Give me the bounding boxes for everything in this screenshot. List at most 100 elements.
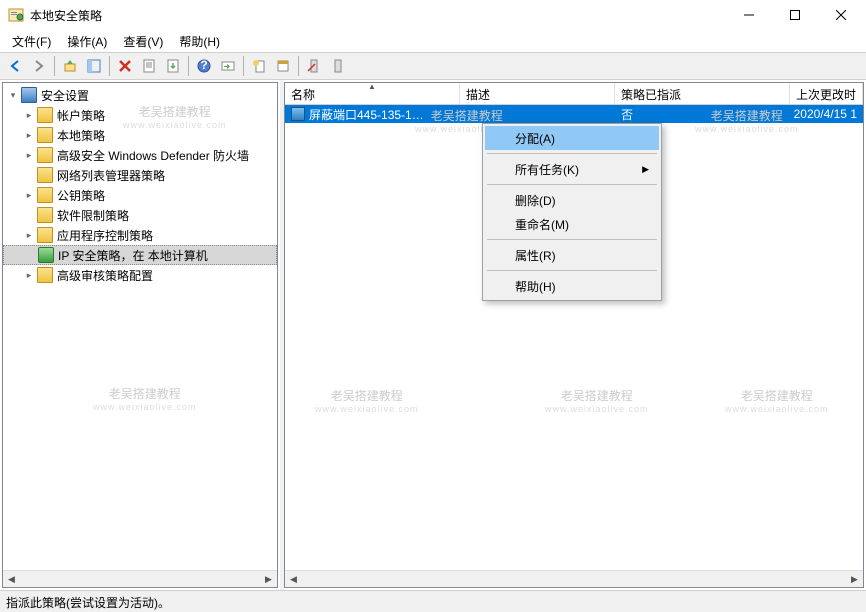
- menu-separator: [487, 270, 657, 271]
- menu-file[interactable]: 文件(F): [4, 31, 59, 52]
- tree-item-label: 高级审核策略配置: [57, 267, 153, 284]
- context-menu: 分配(A) 所有任务(K)▶ 删除(D) 重命名(M) 属性(R) 帮助(H): [482, 123, 662, 301]
- menu-bar: 文件(F) 操作(A) 查看(V) 帮助(H): [0, 30, 866, 52]
- context-menu-all-tasks[interactable]: 所有任务(K)▶: [485, 157, 659, 181]
- scroll-right-icon[interactable]: ▶: [260, 571, 277, 588]
- scroll-left-icon[interactable]: ◀: [3, 571, 20, 588]
- status-bar: 指派此策略(尝试设置为活动)。: [0, 590, 866, 612]
- column-desc[interactable]: 描述: [460, 83, 615, 104]
- scroll-right-icon[interactable]: ▶: [846, 571, 863, 588]
- context-menu-delete[interactable]: 删除(D): [485, 188, 659, 212]
- help-button[interactable]: ?: [193, 55, 215, 77]
- scroll-track[interactable]: [302, 571, 846, 588]
- blank-expander: [24, 249, 36, 261]
- expand-icon[interactable]: ▸: [23, 189, 35, 201]
- context-menu-rename[interactable]: 重命名(M): [485, 212, 659, 236]
- delete-button[interactable]: [114, 55, 136, 77]
- folder-icon: [37, 147, 53, 163]
- list-pane[interactable]: 名称▲ 描述 策略已指派 上次更改时间 屏蔽端口445-135-1… 否 202…: [284, 82, 864, 588]
- toolbar-separator: [298, 56, 299, 76]
- tree-item-label: 公钥策略: [57, 187, 105, 204]
- column-lastmod[interactable]: 上次更改时间: [790, 83, 863, 104]
- menu-separator: [487, 184, 657, 185]
- folder-icon: [37, 127, 53, 143]
- watermark-sub: www.weixiaolive.com: [725, 404, 829, 414]
- expand-icon[interactable]: ▸: [23, 229, 35, 241]
- action-button-1[interactable]: [217, 55, 239, 77]
- watermark-sub: www.weixiaolive.com: [315, 404, 419, 414]
- expand-icon[interactable]: ▸: [23, 269, 35, 281]
- collapse-icon[interactable]: ▾: [7, 89, 19, 101]
- folder-icon: [37, 207, 53, 223]
- show-hide-tree-button[interactable]: [83, 55, 105, 77]
- expand-icon[interactable]: ▸: [23, 109, 35, 121]
- watermark-text: 老吴搭建教程: [561, 389, 633, 403]
- menu-view[interactable]: 查看(V): [115, 31, 171, 52]
- expand-icon[interactable]: ▸: [23, 149, 35, 161]
- tree-item-ip-security[interactable]: IP 安全策略，在 本地计算机: [3, 245, 277, 265]
- tree-hscrollbar[interactable]: ◀ ▶: [3, 570, 277, 587]
- toolbar-separator: [54, 56, 55, 76]
- tree-item-label: 帐户策略: [57, 107, 105, 124]
- properties-button[interactable]: [138, 55, 160, 77]
- context-menu-properties[interactable]: 属性(R): [485, 243, 659, 267]
- folder-icon: [37, 107, 53, 123]
- tree-item-network-list[interactable]: 网络列表管理器策略: [3, 165, 277, 185]
- tree-item-label: IP 安全策略，在 本地计算机: [58, 247, 208, 264]
- tree-item-local-policy[interactable]: ▸本地策略: [3, 125, 277, 145]
- up-button[interactable]: [59, 55, 81, 77]
- toolbar-separator: [243, 56, 244, 76]
- manage-filters-button[interactable]: [272, 55, 294, 77]
- unassign-icon[interactable]: [303, 55, 325, 77]
- list-header: 名称▲ 描述 策略已指派 上次更改时间: [285, 83, 863, 105]
- sort-asc-icon: ▲: [368, 82, 376, 91]
- menu-help[interactable]: 帮助(H): [171, 31, 228, 52]
- watermark-sub: www.weixiaolive.com: [695, 124, 799, 134]
- title-bar: 本地安全策略: [0, 0, 866, 30]
- cell-lastmod: 2020/4/15 1: [790, 107, 863, 121]
- scroll-left-icon[interactable]: ◀: [285, 571, 302, 588]
- toolbar: ?: [0, 52, 866, 80]
- tree-item-account-policy[interactable]: ▸ 帐户策略: [3, 105, 277, 125]
- tree-item-app-control[interactable]: ▸ 应用程序控制策略: [3, 225, 277, 245]
- back-button[interactable]: [4, 55, 26, 77]
- tree-root-label: 安全设置: [41, 87, 89, 104]
- menu-action[interactable]: 操作(A): [59, 31, 115, 52]
- export-button[interactable]: [162, 55, 184, 77]
- tree-item-label: 应用程序控制策略: [57, 227, 153, 244]
- close-button[interactable]: [818, 0, 864, 30]
- watermark-sub: www.weixiaolive.com: [545, 404, 649, 414]
- tree-root-node[interactable]: ▾ 安全设置: [3, 85, 277, 105]
- cell-name: 屏蔽端口445-135-1…: [285, 106, 460, 123]
- list-body[interactable]: 屏蔽端口445-135-1… 否 2020/4/15 1 老吴搭建教程www.w…: [285, 105, 863, 570]
- column-assigned[interactable]: 策略已指派: [615, 83, 790, 104]
- forward-button[interactable]: [28, 55, 50, 77]
- app-icon: [8, 7, 24, 23]
- column-name[interactable]: 名称▲: [285, 83, 460, 104]
- blank-expander: [23, 209, 35, 221]
- list-hscrollbar[interactable]: ◀ ▶: [285, 570, 863, 587]
- context-menu-assign[interactable]: 分配(A): [485, 126, 659, 150]
- menu-separator: [487, 153, 657, 154]
- scroll-track[interactable]: [20, 571, 260, 588]
- minimize-button[interactable]: [726, 0, 772, 30]
- tree-pane[interactable]: ▾ 安全设置 ▸ 帐户策略 ▸本地策略 ▸高级安全 Windows Defende…: [2, 82, 278, 588]
- list-row[interactable]: 屏蔽端口445-135-1… 否 2020/4/15 1: [285, 105, 863, 123]
- status-text: 指派此策略(尝试设置为活动)。: [6, 596, 170, 610]
- policy-icon: [38, 247, 54, 263]
- expand-icon[interactable]: ▸: [23, 129, 35, 141]
- tree-item-public-key[interactable]: ▸ 公钥策略: [3, 185, 277, 205]
- tree-item-label: 软件限制策略: [57, 207, 129, 224]
- tree-item-audit-policy[interactable]: ▸ 高级审核策略配置: [3, 265, 277, 285]
- toolbar-separator: [188, 56, 189, 76]
- tree-item-label: 网络列表管理器策略: [57, 167, 165, 184]
- maximize-button[interactable]: [772, 0, 818, 30]
- assign-icon[interactable]: [327, 55, 349, 77]
- context-menu-help[interactable]: 帮助(H): [485, 274, 659, 298]
- security-icon: [21, 87, 37, 103]
- create-policy-button[interactable]: [248, 55, 270, 77]
- tree-item-software-restriction[interactable]: 软件限制策略: [3, 205, 277, 225]
- tree-item-defender-firewall[interactable]: ▸高级安全 Windows Defender 防火墙: [3, 145, 277, 165]
- window-title: 本地安全策略: [30, 7, 726, 24]
- watermark-text: 老吴搭建教程: [109, 387, 181, 401]
